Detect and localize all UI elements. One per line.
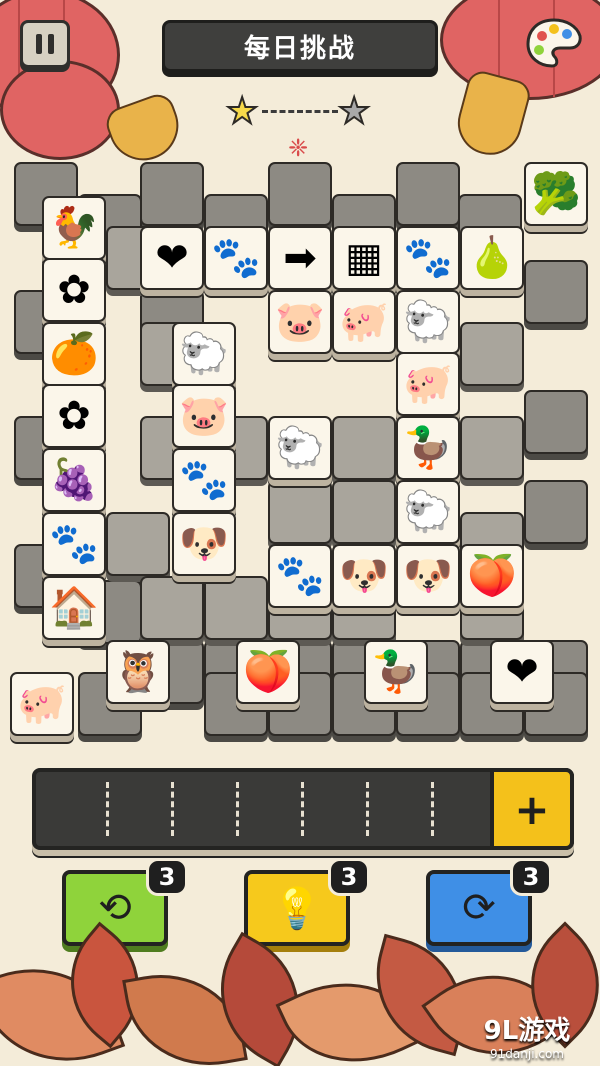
- tile-house[interactable]: 🏠: [42, 576, 106, 640]
- dog-icon: 🐶: [339, 553, 389, 599]
- peach-icon: 🍑: [467, 553, 517, 599]
- lightbulb-icon: 💡: [272, 885, 322, 932]
- pear-icon: 🍐: [467, 235, 517, 281]
- owl-icon: 🦉: [113, 649, 163, 695]
- tile-sheep-body[interactable]: 🐑: [396, 480, 460, 544]
- blocked-tile: [106, 512, 170, 576]
- sign-icon: ➡: [283, 235, 317, 281]
- shuffle-icon: ⟳: [462, 885, 496, 931]
- flower-icon: ✿: [57, 393, 91, 439]
- tile-footprints[interactable]: 🐾: [172, 448, 236, 512]
- tile-peach[interactable]: 🍑: [460, 544, 524, 608]
- blocked-tile: [460, 416, 524, 480]
- duck-icon: 🦆: [371, 649, 421, 695]
- tile-grapes[interactable]: 🍇: [42, 448, 106, 512]
- paw-icon: 🐾: [403, 235, 453, 281]
- tile-pig[interactable]: 🐷: [268, 290, 332, 354]
- pig-body-icon: 🐖: [339, 299, 389, 345]
- tile-footprints[interactable]: 🐾: [42, 512, 106, 576]
- flower-icon: ✿: [57, 267, 91, 313]
- tile-dog[interactable]: 🐶: [332, 544, 396, 608]
- pig-icon: 🐷: [275, 299, 325, 345]
- tile-crate[interactable]: ▦: [332, 226, 396, 290]
- tile-heart[interactable]: ❤: [490, 640, 554, 704]
- add-slot-button[interactable]: +: [490, 768, 574, 850]
- tile-pig-body[interactable]: 🐖: [10, 672, 74, 736]
- blocked-tile: [140, 576, 204, 640]
- pig-body-icon: 🐖: [17, 681, 67, 727]
- footprints-icon: 🐾: [179, 457, 229, 503]
- blocked-tile: [524, 260, 588, 324]
- brand-watermark: 9L游戏 91danji.com: [462, 1010, 592, 1061]
- blocked-tile: [268, 480, 332, 544]
- footprints-icon: 🐾: [275, 553, 325, 599]
- paw-icon: 🐾: [211, 235, 261, 281]
- tile-duck[interactable]: 🦆: [364, 640, 428, 704]
- tile-heart[interactable]: ❤: [140, 226, 204, 290]
- blocked-tile: [332, 480, 396, 544]
- duck-icon: 🦆: [403, 425, 453, 471]
- tile-paw[interactable]: 🐾: [204, 226, 268, 290]
- tile-sheep[interactable]: 🐑: [396, 290, 460, 354]
- tile-pig-body[interactable]: 🐖: [332, 290, 396, 354]
- tile-sign[interactable]: ➡: [268, 226, 332, 290]
- tile-rooster[interactable]: 🐓: [42, 196, 106, 260]
- tile-owl[interactable]: 🦉: [106, 640, 170, 704]
- orange-icon: 🍊: [49, 331, 99, 377]
- sheep-icon: 🐑: [403, 299, 453, 345]
- tile-flower[interactable]: ✿: [42, 384, 106, 448]
- blocked-tile: [204, 576, 268, 640]
- house-icon: 🏠: [49, 585, 99, 631]
- tile-broccoli[interactable]: 🥦: [524, 162, 588, 226]
- sheep-body-icon: 🐑: [275, 425, 325, 471]
- hint-count-badge: 3: [328, 858, 370, 896]
- sheep-icon: 🐑: [179, 331, 229, 377]
- blocked-tile: [332, 416, 396, 480]
- footprints-icon: 🐾: [49, 521, 99, 567]
- crate-icon: ▦: [345, 235, 383, 281]
- tile-sheep-body[interactable]: 🐑: [268, 416, 332, 480]
- tile-peach[interactable]: 🍑: [236, 640, 300, 704]
- broccoli-icon: 🥦: [531, 171, 581, 217]
- dog-icon: 🐶: [403, 553, 453, 599]
- tile-paw[interactable]: 🐾: [396, 226, 460, 290]
- blocked-tile: [268, 162, 332, 226]
- tile-footprints[interactable]: 🐾: [268, 544, 332, 608]
- tile-sheep[interactable]: 🐑: [172, 322, 236, 386]
- blocked-tile: [460, 322, 524, 386]
- shuffle-count-badge: 3: [510, 858, 552, 896]
- peach-icon: 🍑: [243, 649, 293, 695]
- undo-count-badge: 3: [146, 858, 188, 896]
- tile-pig[interactable]: 🐷: [172, 384, 236, 448]
- rooster-icon: 🐓: [49, 205, 99, 251]
- tile-pig-body[interactable]: 🐖: [396, 352, 460, 416]
- tile-board: 🐓 ❤ 🐾 ➡ ▦ 🐾 🍐 🥦 ✿ 🐷 🐖 🐑 🍊 🐑 ✿ 🐷 🐖 🐑 🦆 🍇 🐾 🐑 🐾 🐶 🐾 🐶 🐶 🍑 🏠 🦉 🍑 🦆 ❤ 🐖: [0, 0, 600, 760]
- heart-icon: ❤: [155, 235, 189, 281]
- tile-duck[interactable]: 🦆: [396, 416, 460, 480]
- dog-icon: 🐶: [179, 521, 229, 567]
- tile-pear[interactable]: 🍐: [460, 226, 524, 290]
- tile-dog[interactable]: 🐶: [172, 512, 236, 576]
- blocked-tile: [396, 162, 460, 226]
- brand-logo: 9L游戏: [483, 1016, 571, 1046]
- grapes-icon: 🍇: [49, 457, 99, 503]
- blocked-tile: [524, 480, 588, 544]
- heart-icon: ❤: [505, 649, 539, 695]
- tile-flower[interactable]: ✿: [42, 258, 106, 322]
- blocked-tile: [524, 390, 588, 454]
- pig-body-icon: 🐖: [403, 361, 453, 407]
- sheep-body-icon: 🐑: [403, 489, 453, 535]
- tile-orange[interactable]: 🍊: [42, 322, 106, 386]
- brand-url: 91danji.com: [490, 1047, 564, 1061]
- blocked-tile: [140, 162, 204, 226]
- pig-icon: 🐷: [179, 393, 229, 439]
- tile-dog[interactable]: 🐶: [396, 544, 460, 608]
